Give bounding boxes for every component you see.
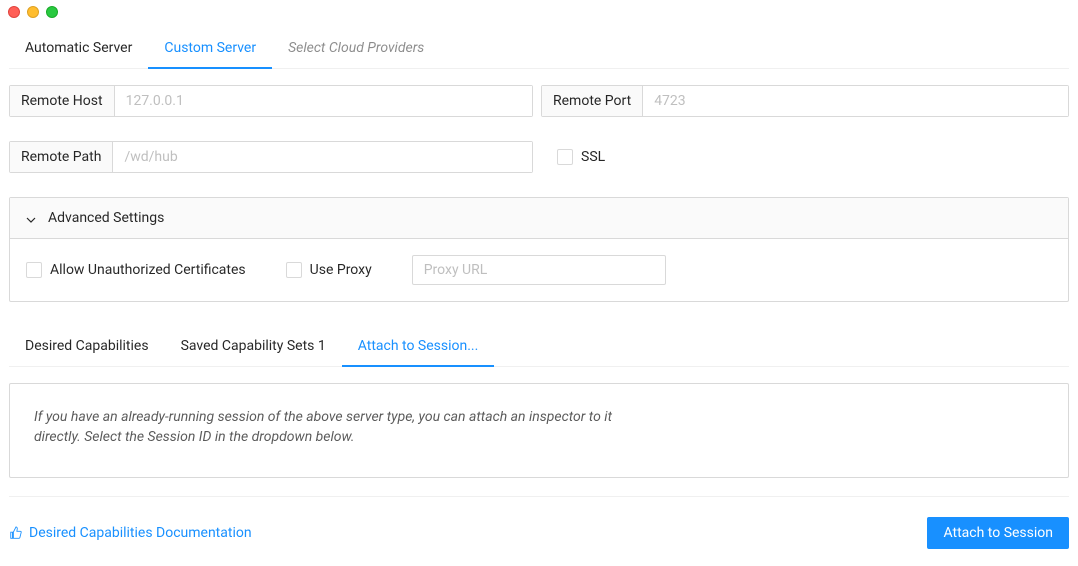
attach-session-panel: If you have an already-running session o…	[9, 383, 1069, 478]
remote-path-input[interactable]	[113, 142, 532, 172]
remote-host-group: Remote Host	[9, 85, 533, 117]
ssl-checkbox[interactable]: SSL	[557, 149, 605, 165]
doc-link-text: Desired Capabilities Documentation	[29, 525, 252, 541]
remote-host-input[interactable]	[115, 86, 532, 116]
tab-custom-server[interactable]: Custom Server	[148, 28, 272, 68]
window-minimize-button[interactable]	[27, 6, 39, 18]
window-title-bar	[0, 0, 1078, 18]
ssl-label: SSL	[581, 149, 605, 165]
server-type-tabs: Automatic Server Custom Server Select Cl…	[9, 28, 1069, 69]
attach-to-session-button[interactable]: Attach to Session	[927, 517, 1069, 549]
tab-saved-capability-sets[interactable]: Saved Capability Sets 1	[165, 326, 342, 366]
remote-connection-row: Remote Host Remote Port	[9, 85, 1069, 117]
remote-port-input[interactable]	[643, 86, 1068, 116]
attach-session-description: If you have an already-running session o…	[34, 408, 634, 447]
allow-unauthorized-label: Allow Unauthorized Certificates	[50, 262, 246, 278]
remote-path-row: Remote Path SSL	[9, 141, 1069, 173]
use-proxy-checkbox[interactable]: Use Proxy	[286, 262, 372, 278]
ssl-checkbox-box	[557, 149, 573, 165]
advanced-settings-title: Advanced Settings	[48, 210, 164, 226]
use-proxy-checkbox-box	[286, 262, 302, 278]
remote-host-label: Remote Host	[10, 86, 115, 116]
advanced-settings-panel: Advanced Settings Allow Unauthorized Cer…	[9, 197, 1069, 302]
proxy-url-input[interactable]	[412, 255, 666, 285]
remote-port-group: Remote Port	[541, 85, 1069, 117]
remote-path-group: Remote Path	[9, 141, 533, 173]
tab-automatic-server[interactable]: Automatic Server	[9, 28, 148, 68]
tab-attach-to-session[interactable]: Attach to Session...	[342, 326, 495, 366]
chevron-down-icon	[26, 213, 36, 223]
session-tabs: Desired Capabilities Saved Capability Se…	[9, 326, 1069, 367]
thumbs-up-icon	[9, 526, 23, 540]
desired-capabilities-doc-link[interactable]: Desired Capabilities Documentation	[9, 525, 252, 541]
allow-unauthorized-checkbox-box	[26, 262, 42, 278]
advanced-settings-body: Allow Unauthorized Certificates Use Prox…	[10, 239, 1068, 301]
remote-port-label: Remote Port	[542, 86, 643, 116]
tab-desired-capabilities[interactable]: Desired Capabilities	[9, 326, 165, 366]
remote-path-label: Remote Path	[10, 142, 113, 172]
allow-unauthorized-checkbox[interactable]: Allow Unauthorized Certificates	[26, 262, 246, 278]
advanced-settings-header[interactable]: Advanced Settings	[10, 198, 1068, 239]
use-proxy-label: Use Proxy	[310, 262, 372, 278]
window-maximize-button[interactable]	[46, 6, 58, 18]
footer-bar: Desired Capabilities Documentation Attac…	[9, 496, 1069, 549]
window-close-button[interactable]	[8, 6, 20, 18]
tab-select-cloud-providers[interactable]: Select Cloud Providers	[272, 28, 440, 68]
